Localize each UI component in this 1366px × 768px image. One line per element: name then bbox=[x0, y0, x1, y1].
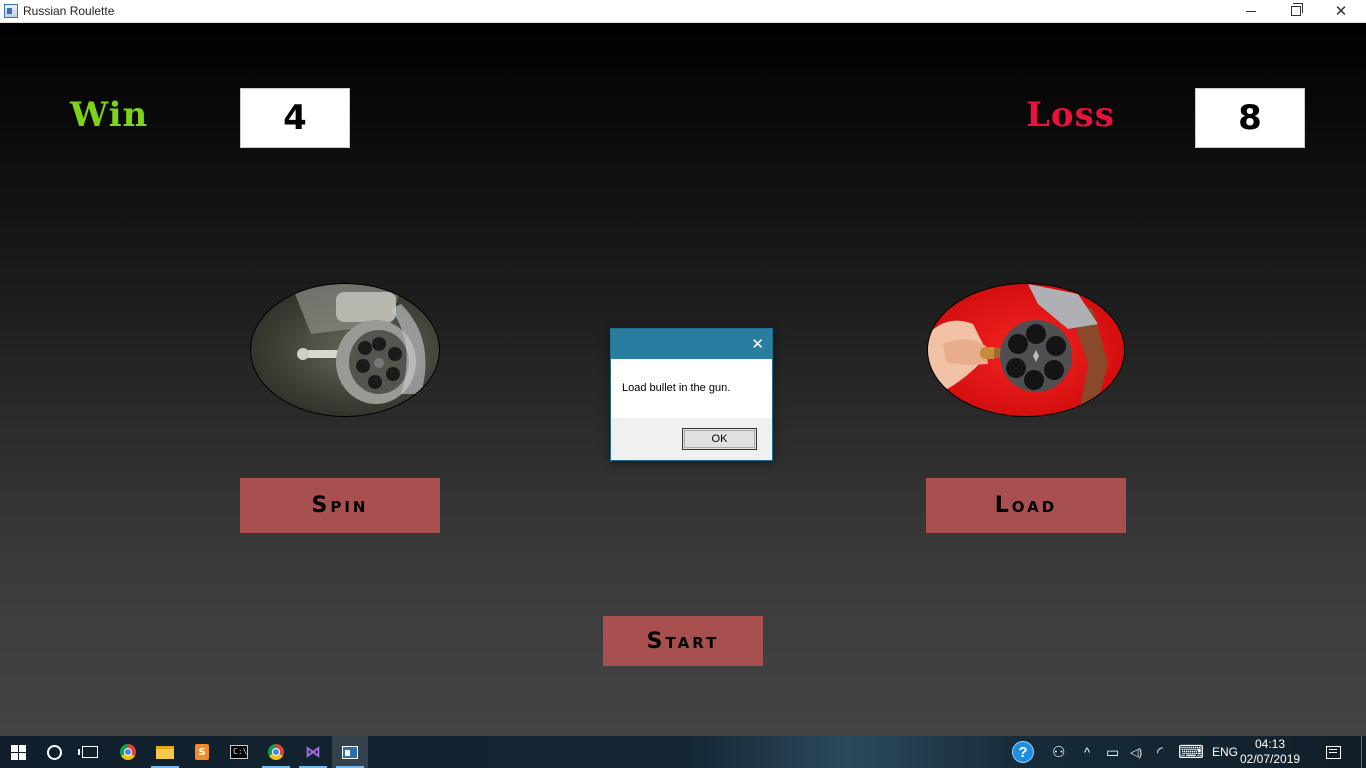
chrome-icon[interactable] bbox=[110, 736, 146, 768]
start-button[interactable]: Start bbox=[603, 616, 763, 666]
spin-button[interactable]: Spin bbox=[240, 478, 440, 533]
help-tray-icon[interactable]: ? bbox=[1012, 736, 1034, 768]
language-indicator[interactable]: ENG bbox=[1212, 736, 1238, 768]
close-button[interactable]: ✕ bbox=[1318, 0, 1364, 22]
win-count: 4 bbox=[240, 88, 350, 148]
keyboard-icon[interactable]: ⌨ bbox=[1178, 736, 1204, 768]
volume-icon[interactable]: ◁) bbox=[1130, 736, 1142, 768]
windows-start-icon[interactable] bbox=[0, 736, 36, 768]
clock-date: 02/07/2019 bbox=[1240, 752, 1301, 766]
chevron-up-icon[interactable]: ^ bbox=[1084, 736, 1090, 768]
app-window-icon[interactable] bbox=[332, 736, 368, 768]
action-center-icon[interactable] bbox=[1318, 736, 1348, 768]
minimize-icon bbox=[1246, 10, 1256, 12]
window-titlebar: Russian Roulette ✕ bbox=[0, 0, 1366, 23]
show-desktop-button[interactable] bbox=[1361, 736, 1362, 768]
dialog-close-icon[interactable]: ✕ bbox=[751, 335, 764, 353]
close-icon: ✕ bbox=[1334, 1, 1348, 20]
revolver-cylinder-image bbox=[250, 283, 440, 417]
app-icon bbox=[4, 4, 18, 18]
people-icon[interactable]: ⚇ bbox=[1052, 736, 1065, 768]
dialog-titlebar: ✕ bbox=[611, 329, 772, 359]
file-explorer-icon[interactable] bbox=[147, 736, 183, 768]
restore-icon bbox=[1291, 3, 1303, 16]
dialog-footer: OK bbox=[611, 418, 772, 460]
message-dialog: ✕ Load bullet in the gun. OK bbox=[610, 328, 773, 461]
loss-label: Loss bbox=[1026, 95, 1115, 135]
cortana-icon[interactable] bbox=[36, 736, 72, 768]
dialog-message: Load bullet in the gun. bbox=[622, 382, 731, 394]
load-button[interactable]: Load bbox=[926, 478, 1126, 533]
sublime-text-icon[interactable]: S bbox=[184, 736, 220, 768]
wifi-icon[interactable]: ◜ bbox=[1157, 736, 1163, 768]
restore-button[interactable] bbox=[1273, 0, 1319, 22]
chrome-icon[interactable] bbox=[258, 736, 294, 768]
task-view-icon[interactable] bbox=[72, 736, 108, 768]
visual-studio-icon[interactable]: ⋈ bbox=[295, 736, 331, 768]
clock-time: 04:13 bbox=[1254, 737, 1286, 751]
minimize-button[interactable] bbox=[1228, 0, 1274, 22]
window-title: Russian Roulette bbox=[23, 4, 115, 18]
ok-button[interactable]: OK bbox=[682, 428, 757, 450]
win-label: Win bbox=[70, 95, 149, 135]
battery-icon[interactable]: ▭ bbox=[1106, 736, 1119, 768]
command-prompt-icon[interactable]: C:\ bbox=[221, 736, 257, 768]
clock[interactable]: 04:13 02/07/2019 bbox=[1240, 736, 1300, 768]
taskbar: S C:\ ⋈ ? ⚇ ^ ▭ ◁) ◜ ⌨ ENG 04:13 02/07/2… bbox=[0, 736, 1366, 768]
loss-count: 8 bbox=[1195, 88, 1305, 148]
loading-bullet-image bbox=[927, 283, 1125, 417]
